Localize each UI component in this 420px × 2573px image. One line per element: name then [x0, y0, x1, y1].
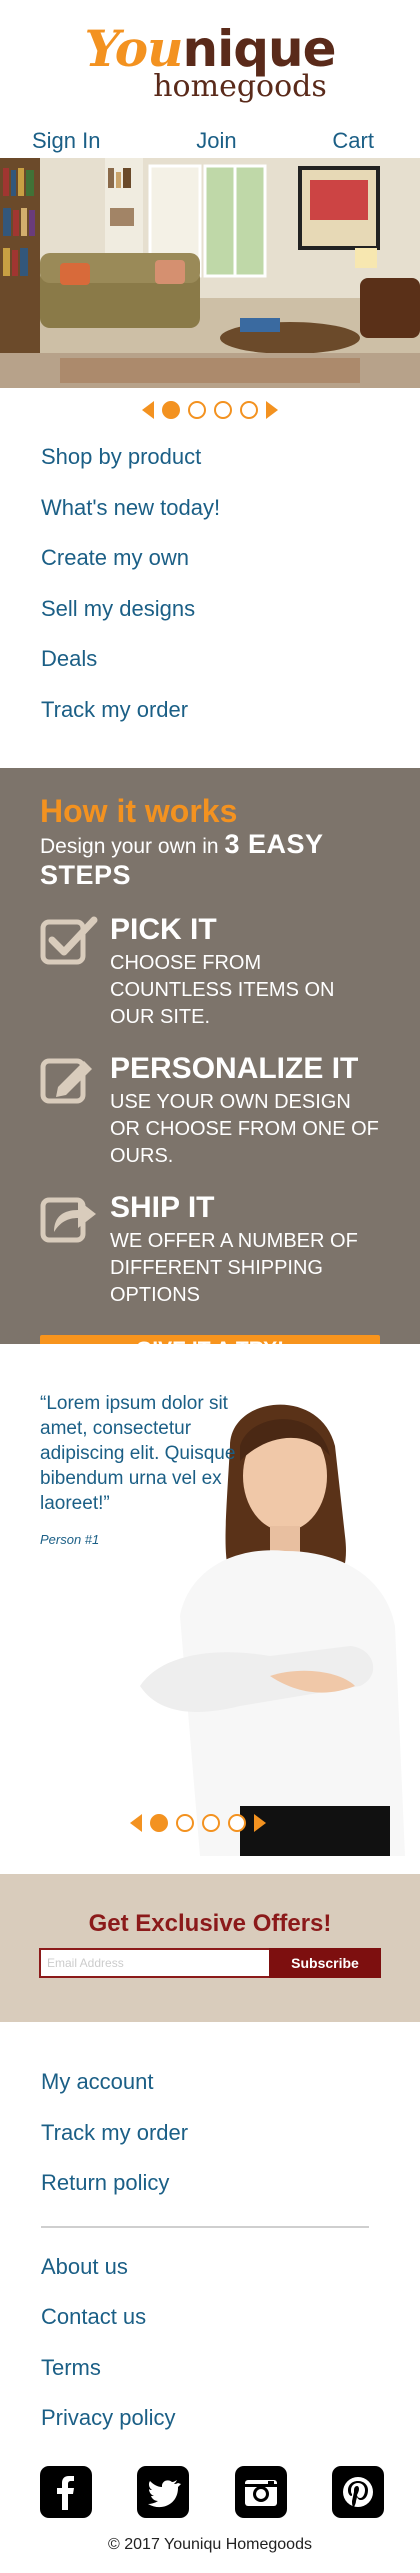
step-personalize-it: PERSONALIZE IT Use your own design or ch… — [40, 1053, 380, 1170]
edit-pencil-icon — [40, 1058, 92, 1104]
logo-subtitle: homegoods — [153, 69, 327, 104]
carousel-dot[interactable] — [162, 401, 180, 419]
subscribe-button[interactable]: Subscribe — [269, 1948, 381, 1978]
join-link[interactable]: Join — [196, 128, 236, 154]
carousel-next-arrow-icon[interactable] — [266, 401, 278, 419]
exclusive-offers-section: Get Exclusive Offers! Email Address Subs… — [0, 1874, 420, 2022]
twitter-icon[interactable] — [137, 2465, 190, 2518]
menu-item-track-my-order[interactable]: Track my order — [41, 685, 420, 736]
carousel-dot[interactable] — [202, 1814, 220, 1832]
step-pick-it: PICK IT Choose from countless items on o… — [40, 914, 380, 1031]
footer-link-about-us[interactable]: About us — [41, 2242, 420, 2293]
top-nav: Sign In Join Cart — [0, 118, 420, 158]
footer-links: My account Track my order Return policy … — [0, 2022, 420, 2444]
instagram-icon[interactable] — [234, 2465, 287, 2518]
footer-link-my-account[interactable]: My account — [41, 2057, 420, 2108]
carousel-dot[interactable] — [214, 401, 232, 419]
sign-in-link[interactable]: Sign In — [32, 128, 101, 154]
how-it-works-subtitle: Design your own in 3 EASY STEPS — [40, 829, 323, 890]
carousel-dot[interactable] — [176, 1814, 194, 1832]
email-field[interactable]: Email Address — [39, 1948, 269, 1978]
testimonial-carousel-dots — [0, 1812, 420, 1834]
hero-carousel-dots — [0, 388, 420, 432]
footer-link-track-my-order[interactable]: Track my order — [41, 2108, 420, 2159]
footer-divider — [41, 2225, 369, 2228]
menu-item-sell-my-designs[interactable]: Sell my designs — [41, 584, 420, 635]
menu-item-create-my-own[interactable]: Create my own — [41, 533, 420, 584]
footer-link-return-policy[interactable]: Return policy — [41, 2158, 420, 2209]
step-title: PERSONALIZE IT — [110, 1052, 359, 1085]
hero-image — [0, 158, 420, 388]
step-desc: Choose from countless items on our site. — [110, 952, 335, 1028]
menu-item-deals[interactable]: Deals — [41, 634, 420, 685]
cart-link[interactable]: Cart — [332, 128, 374, 154]
share-arrow-icon — [40, 1197, 96, 1243]
offers-title: Get Exclusive Offers! — [88, 1910, 332, 1937]
step-desc: We offer a number of different shipping … — [110, 1230, 358, 1306]
logo[interactable]: Younique homegoods — [0, 0, 420, 118]
step-ship-it: SHIP IT We offer a number of different s… — [40, 1192, 380, 1309]
carousel-dot[interactable] — [150, 1814, 168, 1832]
pinterest-icon[interactable] — [331, 2465, 384, 2518]
testimonial-section: “Lorem ipsum dolor sit amet, consectetur… — [0, 1344, 420, 1874]
social-links — [0, 2465, 420, 2518]
footer-link-terms[interactable]: Terms — [41, 2343, 420, 2394]
carousel-dot[interactable] — [240, 401, 258, 419]
main-menu: Shop by product What's new today! Create… — [0, 432, 420, 735]
carousel-prev-arrow-icon[interactable] — [142, 401, 154, 419]
facebook-icon[interactable] — [40, 2465, 92, 2518]
step-desc: Use your own design or choose from one o… — [110, 1091, 379, 1167]
copyright-text: © 2017 Youniqu Homegoods — [108, 2535, 312, 2553]
how-it-works-section: How it works Design your own in 3 EASY S… — [0, 768, 420, 1365]
menu-item-whats-new[interactable]: What's new today! — [41, 483, 420, 534]
footer-link-contact-us[interactable]: Contact us — [41, 2292, 420, 2343]
testimonial-author: Person #1 — [40, 1532, 100, 1547]
carousel-dot[interactable] — [188, 401, 206, 419]
carousel-next-arrow-icon[interactable] — [254, 1814, 266, 1832]
menu-item-shop-by-product[interactable]: Shop by product — [41, 432, 420, 483]
subscribe-form: Email Address Subscribe — [39, 1948, 381, 1978]
living-room-illustration — [0, 158, 420, 388]
carousel-prev-arrow-icon[interactable] — [130, 1814, 142, 1832]
step-title: PICK IT — [110, 913, 217, 946]
page: Younique homegoods Sign In Join Cart Sho… — [0, 0, 420, 2554]
step-title: SHIP IT — [110, 1191, 215, 1224]
testimonial-quote: “Lorem ipsum dolor sit amet, consectetur… — [40, 1393, 236, 1514]
checkbox-icon — [40, 916, 98, 965]
how-it-works-title: How it works — [40, 793, 238, 829]
footer-link-privacy-policy[interactable]: Privacy policy — [41, 2393, 420, 2444]
carousel-dot[interactable] — [228, 1814, 246, 1832]
